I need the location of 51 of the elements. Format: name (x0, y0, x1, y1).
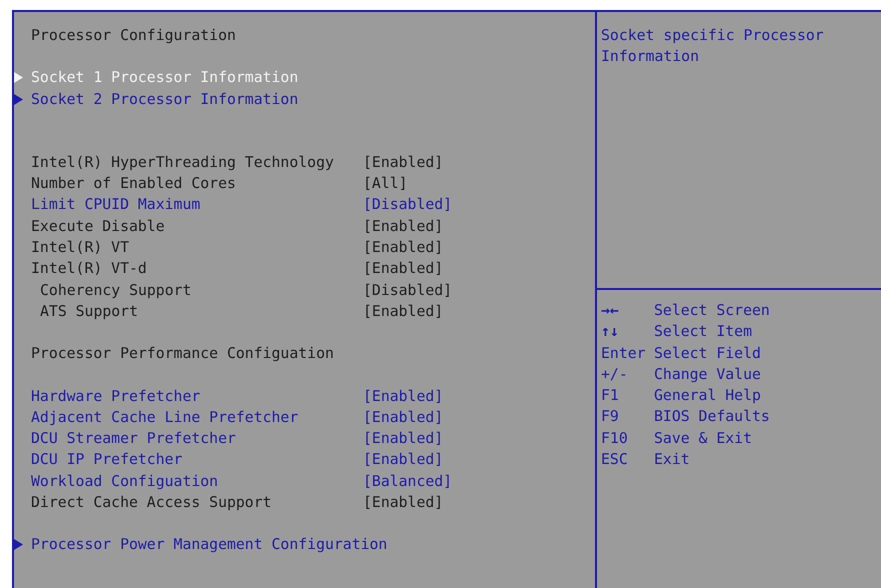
key-name: Enter (601, 344, 647, 364)
setting-label: Workload Configuation (30, 472, 220, 492)
setting-label: Direct Cache Access Support (30, 493, 273, 514)
key-name: F9 (601, 407, 620, 428)
setting-value: [Disabled] (363, 280, 452, 301)
setting-value[interactable]: [Enabled] (363, 386, 444, 407)
setting-value[interactable]: [Enabled] (363, 449, 444, 471)
setting-value[interactable]: [Enabled] (363, 428, 444, 450)
key-name: ↑↓ (601, 322, 620, 342)
triangle-icon (14, 72, 23, 84)
help-description: Socket specific Processor Information (597, 12, 881, 290)
setting-label: ATS Support (39, 302, 139, 322)
setting-label: Coherency Support (39, 280, 192, 301)
setting-label: DCU IP Prefetcher (30, 450, 184, 470)
setting-value: [All] (363, 174, 408, 194)
setting-value: [Enabled] (363, 302, 444, 322)
key-action: Select Item (654, 322, 752, 342)
key-name: F10 (601, 428, 629, 449)
setting-value: [Enabled] (363, 216, 444, 237)
section-heading: Processor Performance Configuation (30, 344, 335, 364)
setting-label: Execute Disable (30, 216, 166, 237)
key-name: F1 (601, 386, 620, 406)
setting-label: Intel(R) VT (30, 238, 130, 258)
setting-value: [Enabled] (363, 238, 444, 258)
key-name: ESC (601, 450, 629, 470)
key-action: Select Field (654, 344, 761, 364)
key-action: BIOS Defaults (654, 407, 770, 428)
section-heading: Processor Configuration (30, 26, 237, 46)
setting-value: [Enabled] (363, 152, 444, 173)
setting-value[interactable]: [Balanced] (363, 470, 452, 492)
submenu-item[interactable]: Processor Power Management Configuration (14, 534, 595, 556)
setting-label: Intel(R) VT-d (30, 259, 148, 280)
setting-value[interactable]: [Enabled] (363, 406, 444, 428)
key-action: General Help (654, 386, 761, 406)
setting-label: Hardware Prefetcher (30, 386, 202, 407)
key-action: Change Value (654, 364, 761, 385)
submenu-item[interactable]: Socket 2 Processor Information (14, 88, 595, 110)
key-action: Save & Exit (654, 428, 752, 449)
key-name: →← (601, 301, 620, 321)
setting-value: [Enabled] (363, 259, 444, 280)
setting-label: Adjacent Cache Line Prefetcher (30, 408, 300, 428)
setting-label: Intel(R) HyperThreading Technology (30, 152, 335, 173)
setting-value[interactable]: [Disabled] (363, 194, 452, 216)
setting-label: Limit CPUID Maximum (30, 195, 202, 216)
key-action: Exit (654, 450, 690, 470)
setting-value: [Enabled] (363, 493, 444, 514)
key-name: +/- (601, 364, 629, 385)
key-action: Select Screen (654, 301, 770, 321)
setting-label: Number of Enabled Cores (30, 174, 237, 194)
setting-label: DCU Streamer Prefetcher (30, 429, 237, 450)
submenu-item[interactable]: Socket 1 Processor Information (14, 67, 595, 89)
